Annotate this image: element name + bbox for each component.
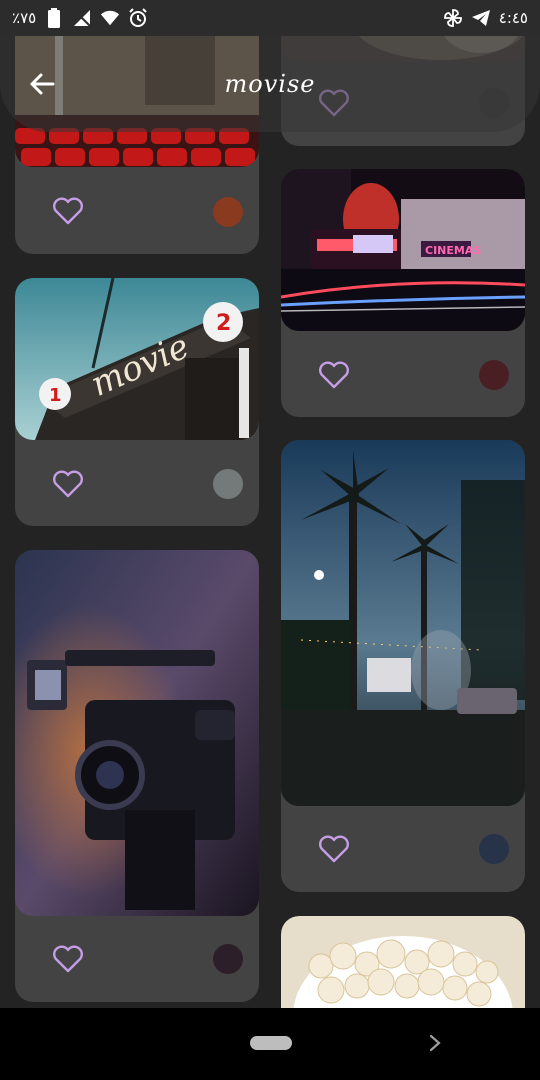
status-left: ٪٧٥ xyxy=(12,8,148,28)
movie-card[interactable] xyxy=(15,550,259,1002)
svg-text:2: 2 xyxy=(216,311,231,336)
svg-text:1: 1 xyxy=(49,385,62,406)
movie-card[interactable] xyxy=(281,440,525,892)
status-time: ٤:٤٥ xyxy=(498,9,528,27)
wifi-icon xyxy=(100,8,120,28)
movie-card[interactable]: CINEMAS xyxy=(281,169,525,417)
telegram-icon xyxy=(471,8,491,28)
chevron-right-icon[interactable] xyxy=(424,1032,446,1054)
heart-outline-icon xyxy=(53,945,83,973)
favorite-button[interactable] xyxy=(317,834,351,864)
status-bar: ٪٧٥ ٤:٤٥ xyxy=(0,0,540,36)
no-signal-icon xyxy=(72,8,92,28)
pinwheel-icon xyxy=(443,8,463,28)
movie-card[interactable]: 1 2 movie xyxy=(15,278,259,526)
film-camera-photo xyxy=(15,550,259,916)
home-pill-icon[interactable] xyxy=(250,1036,292,1050)
page-title: movise xyxy=(224,70,316,98)
heart-outline-icon xyxy=(53,470,83,498)
movie-2-sign-photo: 1 2 movie xyxy=(15,278,259,440)
color-dot xyxy=(479,834,509,864)
battery-icon xyxy=(44,8,64,28)
favorite-button[interactable] xyxy=(51,944,85,974)
alarm-icon xyxy=(128,8,148,28)
favorite-button[interactable] xyxy=(51,469,85,499)
favorite-button[interactable] xyxy=(51,196,85,226)
favorite-button[interactable] xyxy=(317,360,351,390)
outdoor-palm-cinema-photo xyxy=(281,440,525,806)
svg-text:CINEMAS: CINEMAS xyxy=(425,244,481,257)
cinema-night-street-photo: CINEMAS xyxy=(281,169,525,331)
color-dot xyxy=(479,360,509,390)
status-right: ٤:٤٥ xyxy=(443,8,528,28)
heart-outline-icon xyxy=(319,835,349,863)
color-dot xyxy=(213,197,243,227)
color-dot xyxy=(213,469,243,499)
color-dot xyxy=(213,944,243,974)
battery-percent: ٪٧٥ xyxy=(12,9,37,27)
heart-outline-icon xyxy=(53,197,83,225)
app-bar: movise xyxy=(0,36,540,132)
screen: ٪٧٥ ٤:٤٥ 1 2 movie CINEMAS movise xyxy=(0,0,540,1080)
heart-outline-icon xyxy=(319,361,349,389)
